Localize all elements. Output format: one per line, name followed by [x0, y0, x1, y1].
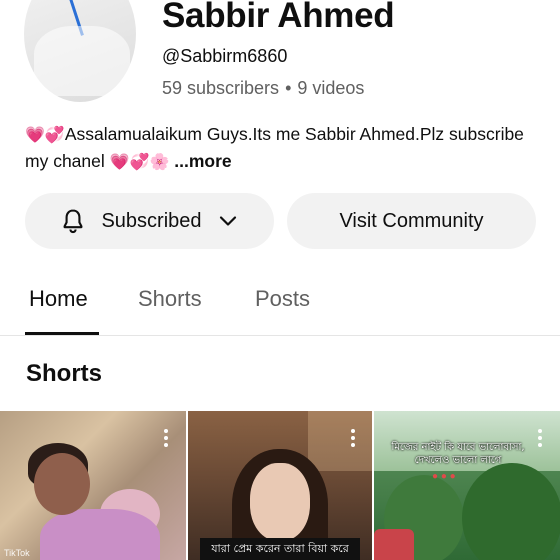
active-tab-indicator	[25, 332, 99, 335]
short-caption: যারা প্রেম করেন তারা বিয়া করে	[200, 538, 360, 560]
shorts-section-title: Shorts	[26, 360, 103, 387]
channel-stats: 59 subscribers • 9 videos	[162, 78, 364, 99]
more-vert-icon[interactable]	[161, 429, 171, 451]
short-thumbnail-3[interactable]: মিজের নাইট কি যাবে ভালোবাসা, দেখলেও ভালো…	[374, 411, 560, 560]
tab-posts[interactable]: Posts	[255, 286, 310, 312]
channel-handle: @Sabbirm6860	[162, 46, 288, 66]
description-emoji-tail: 💗💞🌸	[109, 152, 170, 171]
short-thumbnail-1[interactable]: TikTok	[0, 411, 186, 560]
description-text: Assalamualaikum Guys.Its me Sabbir Ahmed…	[25, 124, 524, 171]
tiktok-watermark: TikTok	[4, 548, 30, 558]
short-caption: মিজের নাইট কি যাবে ভালোবাসা, দেখলেও ভালো…	[391, 442, 525, 466]
subscriber-count: 59 subscribers	[162, 78, 280, 98]
tab-shorts[interactable]: Shorts	[138, 286, 202, 312]
channel-description[interactable]: 💗💞Assalamualaikum Guys.Its me Sabbir Ahm…	[25, 121, 525, 175]
more-vert-icon[interactable]	[535, 429, 545, 451]
channel-page: Sabbir Ahmed @Sabbirm6860 59 subscribers…	[0, 0, 560, 560]
channel-avatar[interactable]	[24, 0, 136, 102]
more-link[interactable]: ...more	[174, 151, 231, 171]
description-emoji-lead: 💗💞	[25, 125, 65, 144]
channel-name: Sabbir Ahmed	[162, 0, 395, 35]
subscribed-button[interactable]: Subscribed	[25, 193, 274, 249]
visit-community-label: Visit Community	[339, 209, 484, 232]
channel-tabs: Home Shorts Posts	[0, 274, 560, 336]
emoji-decoration: ● ● ●	[432, 471, 456, 482]
subscribed-label: Subscribed	[101, 209, 202, 232]
video-count: 9 videos	[297, 78, 365, 98]
separator-dot: •	[285, 78, 292, 98]
tab-home[interactable]: Home	[29, 286, 88, 312]
visit-community-button[interactable]: Visit Community	[287, 193, 536, 249]
bell-icon	[64, 209, 83, 234]
more-vert-icon[interactable]	[348, 429, 358, 451]
chevron-down-icon	[219, 216, 236, 226]
short-thumbnail-2[interactable]: যারা প্রেম করেন তারা বিয়া করে	[188, 411, 372, 560]
